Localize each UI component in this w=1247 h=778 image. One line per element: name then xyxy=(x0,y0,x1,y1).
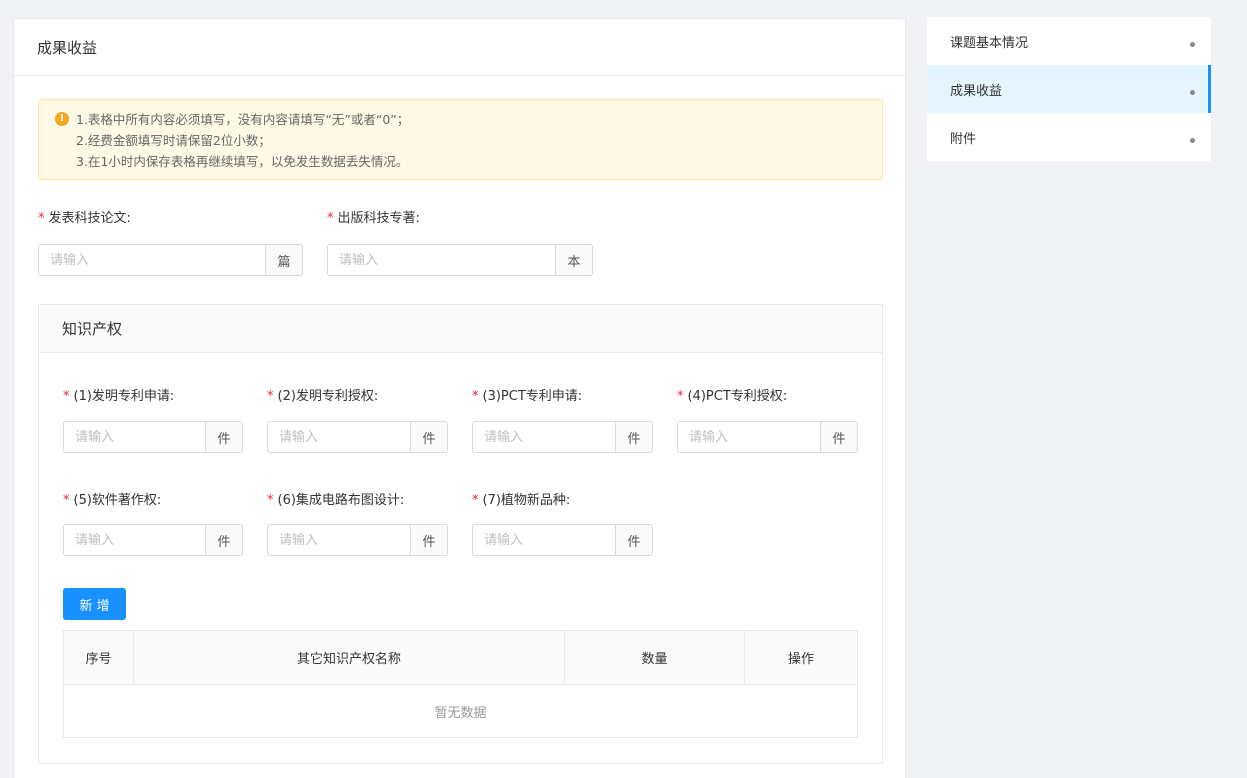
ip-field-7-group: 件 xyxy=(472,524,653,556)
ip-field-1-label: (1)发明专利申请: xyxy=(73,389,175,404)
page-title: 成果收益 xyxy=(14,19,905,76)
warning-icon: ! xyxy=(55,112,69,126)
notice-line-1: 1.表格中所有内容必须填写，没有内容请填写“无”或者“0”； xyxy=(76,112,410,127)
pct-grant-input[interactable] xyxy=(678,422,820,452)
ic-layout-input[interactable] xyxy=(268,525,410,555)
papers-input-group: 篇 xyxy=(38,244,303,276)
unit-label: 件 xyxy=(205,422,242,452)
plant-variety-input[interactable] xyxy=(473,525,615,555)
ip-field-4-label: (4)PCT专利授权: xyxy=(687,389,788,404)
nav-item-basic-info[interactable]: 课题基本情况 xyxy=(927,17,1211,65)
ip-field-7: * (7)植物新品种: xyxy=(472,491,570,511)
ip-field-5-group: 件 xyxy=(63,524,243,556)
unit-label: 件 xyxy=(615,422,652,452)
unit-label: 件 xyxy=(615,525,652,555)
books-input[interactable] xyxy=(328,245,555,275)
ip-field-3: * (3)PCT专利申请: xyxy=(472,387,582,407)
ip-field-2-group: 件 xyxy=(267,421,448,453)
required-mark: * xyxy=(267,493,274,508)
ip-field-4: * (4)PCT专利授权: xyxy=(677,387,787,407)
notice-alert: ! 1.表格中所有内容必须填写，没有内容请填写“无”或者“0”； 2.经费金额填… xyxy=(38,99,883,180)
ip-field-2-label: (2)发明专利授权: xyxy=(277,389,379,404)
notice-line-2: 2.经费金额填写时请保留2位小数； xyxy=(76,133,271,148)
pct-apply-input[interactable] xyxy=(473,422,615,452)
unit-label: 件 xyxy=(410,422,447,452)
books-field: * 出版科技专著: xyxy=(327,209,420,229)
ip-field-5-label: (5)软件著作权: xyxy=(73,493,162,508)
papers-input[interactable] xyxy=(39,245,265,275)
invention-grant-input[interactable] xyxy=(268,422,410,452)
add-button[interactable]: 新增 xyxy=(63,588,126,620)
column-header-index: 序号 xyxy=(63,630,134,685)
unit-label: 件 xyxy=(410,525,447,555)
dot-icon xyxy=(1190,138,1195,143)
ip-field-1: * (1)发明专利申请: xyxy=(63,387,174,407)
required-mark: * xyxy=(677,389,684,404)
nav-item-attachments[interactable]: 附件 xyxy=(927,113,1211,161)
section-nav: 课题基本情况 成果收益 附件 xyxy=(927,17,1211,161)
books-label: * 出版科技专著: xyxy=(327,211,420,226)
unit-label: 件 xyxy=(205,525,242,555)
column-header-actions: 操作 xyxy=(744,630,858,685)
ip-field-7-label: (7)植物新品种: xyxy=(482,493,571,508)
ip-field-6-group: 件 xyxy=(267,524,448,556)
column-header-quantity: 数量 xyxy=(564,630,745,685)
main-card: 成果收益 ! 1.表格中所有内容必须填写，没有内容请填写“无”或者“0”； 2.… xyxy=(13,18,906,778)
papers-field: * 发表科技论文: xyxy=(38,209,131,229)
invention-apply-input[interactable] xyxy=(64,422,205,452)
ip-field-4-group: 件 xyxy=(677,421,858,453)
required-mark: * xyxy=(38,211,45,226)
required-mark: * xyxy=(63,389,70,404)
required-mark: * xyxy=(63,493,70,508)
ip-field-3-label: (3)PCT专利申请: xyxy=(482,389,583,404)
notice-line-3: 3.在1小时内保存表格再继续填写，以免发生数据丢失情况。 xyxy=(76,154,409,169)
empty-state: 暂无数据 xyxy=(434,705,487,721)
papers-label: * 发表科技论文: xyxy=(38,211,131,226)
required-mark: * xyxy=(472,493,479,508)
column-header-name: 其它知识产权名称 xyxy=(133,630,565,685)
required-mark: * xyxy=(327,211,334,226)
nav-item-achievements[interactable]: 成果收益 xyxy=(927,65,1211,113)
ip-field-2: * (2)发明专利授权: xyxy=(267,387,378,407)
nav-item-label: 课题基本情况 xyxy=(950,35,1029,51)
required-mark: * xyxy=(472,389,479,404)
ip-field-1-group: 件 xyxy=(63,421,243,453)
books-input-group: 本 xyxy=(327,244,593,276)
required-mark: * xyxy=(267,389,274,404)
ip-field-3-group: 件 xyxy=(472,421,653,453)
books-unit: 本 xyxy=(555,245,592,275)
dot-icon xyxy=(1190,90,1195,95)
papers-unit: 篇 xyxy=(265,245,302,275)
ip-panel: 知识产权 *(1)发明专利申请: 件 *(2)发明专利授权: 件 *(3)PCT… xyxy=(38,304,883,764)
ip-field-6-label: (6)集成电路布图设计: xyxy=(277,493,405,508)
nav-item-label: 成果收益 xyxy=(950,83,1003,99)
ip-section-title: 知识产权 xyxy=(39,305,882,353)
dot-icon xyxy=(1190,42,1195,47)
ip-field-6: * (6)集成电路布图设计: xyxy=(267,491,404,511)
unit-label: 件 xyxy=(820,422,857,452)
nav-item-label: 附件 xyxy=(950,131,977,147)
ip-field-5: * (5)软件著作权: xyxy=(63,491,161,511)
other-ip-table: 序号 其它知识产权名称 数量 操作 暂无数据 xyxy=(63,630,858,738)
software-copyright-input[interactable] xyxy=(64,525,205,555)
